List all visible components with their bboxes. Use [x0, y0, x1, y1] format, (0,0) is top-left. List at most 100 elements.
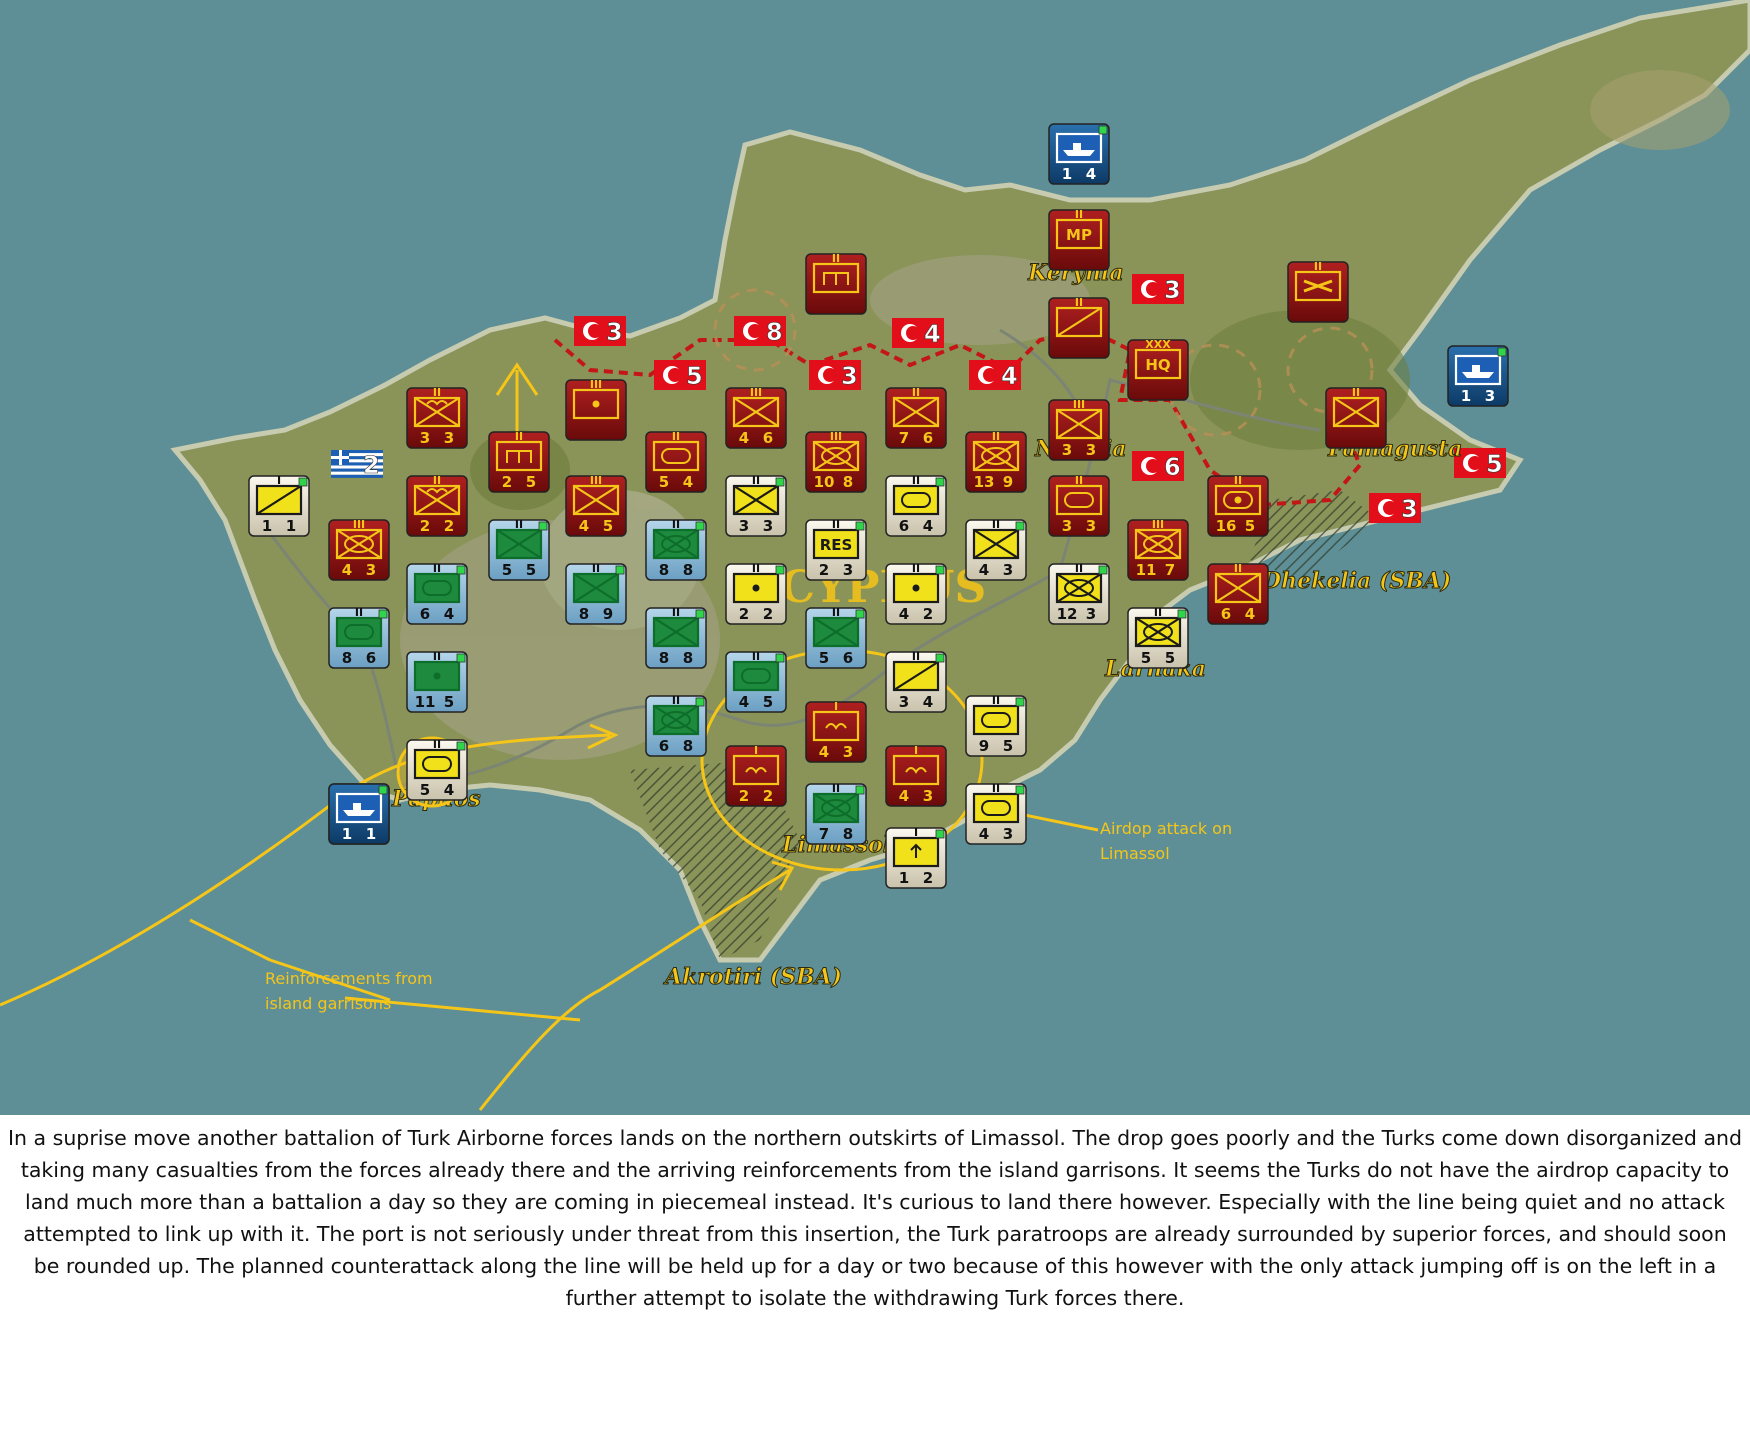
flag-number: 3 [1401, 495, 1418, 523]
unit-counter-greek[interactable]: II5 5 [488, 518, 550, 581]
flag-number: 4 [1001, 362, 1018, 390]
unit-counter-cypriot[interactable]: II3 3 [725, 474, 787, 537]
unit-counter-cypriot[interactable]: II6 4 [885, 474, 947, 537]
unit-counter-turk[interactable]: II [1325, 386, 1387, 449]
unit-attack-value: 1 [899, 869, 909, 887]
unit-defense-value: 2 [923, 869, 933, 887]
unit-defense-value: 2 [444, 517, 454, 535]
unit-counter-cypriot[interactable]: II5 4 [406, 738, 468, 801]
unit-attack-value: 12 [1057, 605, 1078, 623]
unit-attack-value: 8 [579, 605, 589, 623]
unit-attack-value: 6 [1221, 605, 1231, 623]
unit-counter-greek[interactable]: II4 5 [725, 650, 787, 713]
unit-counter-greek[interactable]: II8 8 [645, 518, 707, 581]
unit-counter-turk[interactable]: II6 4 [1207, 562, 1269, 625]
airdrop-note-line1: Airdop attack on [1100, 819, 1232, 838]
unit-defense-value: 4 [923, 517, 933, 535]
unit-counter-turk[interactable]: II2 5 [488, 430, 550, 493]
unit-counter-cypriot[interactable]: II5 5 [1127, 606, 1189, 669]
unit-counter-turk[interactable]: I4 3 [805, 700, 867, 763]
unit-attack-value: 7 [819, 825, 829, 843]
unit-defense-value: 5 [526, 473, 536, 491]
unit-defense-value: 5 [763, 693, 773, 711]
unit-counter-greek[interactable]: II7 8 [805, 782, 867, 845]
unit-counter-turk[interactable]: XXXHQ [1127, 338, 1189, 401]
unit-counter-turk[interactable]: III4 3 [328, 518, 390, 581]
unit-defense-value: 9 [1003, 473, 1013, 491]
unit-counter-turk[interactable]: I2 2 [725, 744, 787, 807]
unit-attack-value: 5 [819, 649, 829, 667]
unit-counter-naval[interactable]: 13 [1447, 345, 1509, 407]
unit-defense-value: 5 [444, 693, 454, 711]
place-akrotiri: Akrotiri (SBA) [663, 964, 842, 990]
unit-defense-value: 4 [683, 473, 693, 491]
unit-counter-turk[interactable]: II [1287, 260, 1349, 323]
unit-counter-naval[interactable]: 14 [1048, 123, 1110, 185]
unit-counter-cypriot[interactable]: II4 3 [965, 518, 1027, 581]
unit-defense-value: 8 [683, 649, 693, 667]
unit-defense-value: 5 [603, 517, 613, 535]
unit-counter-turk[interactable]: I4 3 [885, 744, 947, 807]
unit-counter-turk[interactable]: III3 3 [1048, 398, 1110, 461]
unit-defense-value: 7 [1165, 561, 1175, 579]
unit-counter-greek[interactable]: II6 8 [645, 694, 707, 757]
unit-attack-value: 8 [659, 649, 669, 667]
unit-counter-turk[interactable]: III4 6 [725, 386, 787, 449]
flag-number: 5 [1486, 450, 1503, 478]
unit-defense-value: 3 [444, 429, 454, 447]
unit-defense-value: 5 [526, 561, 536, 579]
unit-counter-turk[interactable]: III [565, 378, 627, 441]
status-indicator [1497, 347, 1507, 357]
unit-attack-value: 3 [899, 693, 909, 711]
unit-counter-turk[interactable]: II [805, 252, 867, 315]
unit-counter-greek[interactable]: II5 6 [805, 606, 867, 669]
unit-counter-turk[interactable]: II3 3 [1048, 474, 1110, 537]
status-indicator [378, 785, 388, 795]
unit-counter-cypriot[interactable]: IIRES2 3 [805, 518, 867, 581]
unit-attack-value: 6 [899, 517, 909, 535]
status-indicator [855, 609, 865, 619]
unit-counter-greek[interactable]: II8 6 [328, 606, 390, 669]
unit-counter-cypriot[interactable]: II12 3 [1048, 562, 1110, 625]
unit-counter-turk[interactable]: II7 6 [885, 386, 947, 449]
game-map[interactable]: 38453436532 Kerynia Nicosia Famagusta Dh… [0, 0, 1750, 1115]
unit-counter-turk[interactable]: II16 5 [1207, 474, 1269, 537]
unit-counter-greek[interactable]: II8 9 [565, 562, 627, 625]
unit-defense-value: 9 [603, 605, 613, 623]
unit-counter-turk[interactable]: II5 4 [645, 430, 707, 493]
unit-counter-turk[interactable]: IIMP [1048, 208, 1110, 271]
unit-defense-value: 6 [843, 649, 853, 667]
unit-counter-turk[interactable]: III10 8 [805, 430, 867, 493]
flag-number: 8 [766, 318, 783, 346]
unit-defense-value: 8 [843, 473, 853, 491]
unit-attack-value: 4 [979, 825, 989, 843]
unit-counter-cypriot[interactable]: II9 5 [965, 694, 1027, 757]
status-indicator [855, 521, 865, 531]
unit-counter-cypriot[interactable]: II2 2 [725, 562, 787, 625]
unit-counter-turk[interactable]: II2 2 [406, 474, 468, 537]
unit-counter-greek[interactable]: II6 4 [406, 562, 468, 625]
unit-counter-greek[interactable]: II11 5 [406, 650, 468, 713]
turkish-flag-icon: 3 [574, 316, 626, 346]
unit-defense-value: 8 [683, 561, 693, 579]
unit-counter-turk[interactable]: III11 7 [1127, 518, 1189, 581]
turkish-flag-icon: 3 [1132, 274, 1184, 304]
caption-box: In a suprise move another battalion of T… [0, 1122, 1750, 1314]
unit-counter-cypriot[interactable]: II3 4 [885, 650, 947, 713]
flag-number: 6 [1164, 453, 1181, 481]
unit-counter-turk[interactable]: III4 5 [565, 474, 627, 537]
unit-attack-value: 5 [1141, 649, 1151, 667]
unit-defense-value: 2 [923, 605, 933, 623]
unit-counter-greek[interactable]: II8 8 [645, 606, 707, 669]
unit-counter-cypriot[interactable]: II4 2 [885, 562, 947, 625]
unit-counter-naval[interactable]: 11 [328, 783, 390, 845]
unit-counter-cypriot[interactable]: I1 1 [248, 474, 310, 537]
status-indicator [456, 653, 466, 663]
unit-counter-turk[interactable]: II3 3 [406, 386, 468, 449]
status-indicator [1098, 565, 1108, 575]
unit-counter-turk[interactable]: II [1048, 296, 1110, 359]
unit-counter-turk[interactable]: II13 9 [965, 430, 1027, 493]
unit-counter-cypriot[interactable]: I1 2 [885, 826, 947, 889]
unit-counter-cypriot[interactable]: II4 3 [965, 782, 1027, 845]
unit-attack-value: 2 [420, 517, 430, 535]
